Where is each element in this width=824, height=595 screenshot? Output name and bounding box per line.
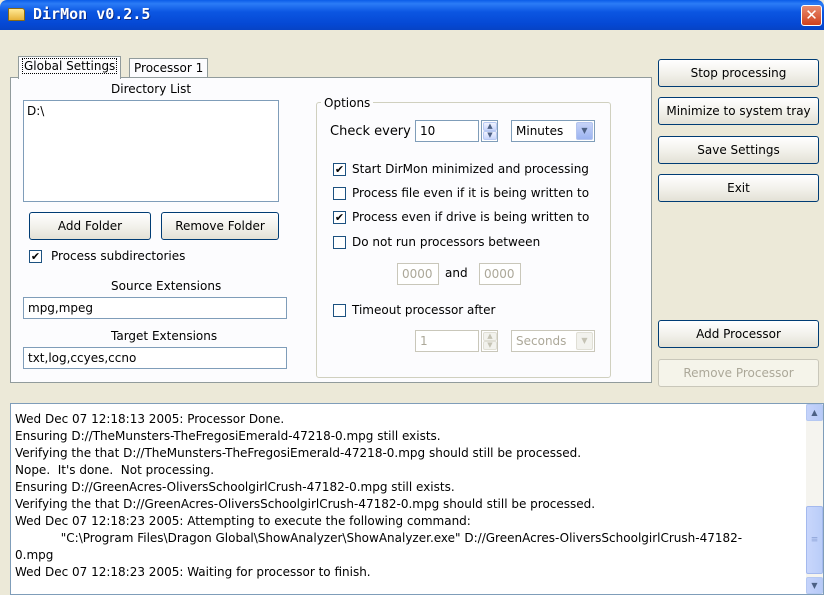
process-written-label: Process file even if it is being written…: [352, 186, 590, 200]
tab-processor-1[interactable]: Processor 1: [129, 58, 209, 79]
spin-down-icon[interactable]: ▼: [483, 131, 497, 140]
no-run-between-checkbox[interactable]: [333, 236, 346, 249]
process-drive-checkbox[interactable]: ✔: [333, 211, 346, 224]
log-line: Ensuring D://TheMunsters-TheFregosiEmera…: [15, 429, 441, 443]
check-every-label: Check every: [330, 124, 411, 139]
log-line: Nope. It's done. Not processing.: [15, 463, 215, 477]
chevron-down-icon[interactable]: ▼: [576, 122, 593, 140]
timeout-unit-select[interactable]: Seconds ▼: [511, 330, 595, 352]
process-subdirectories-checkbox[interactable]: ✔: [29, 250, 42, 263]
tab-label: Global Settings: [21, 58, 118, 74]
tab-global-settings[interactable]: Global Settings: [18, 56, 122, 79]
check-unit-select[interactable]: Minutes ▼: [511, 120, 595, 142]
time-to-field[interactable]: 0000: [479, 263, 521, 285]
process-written-checkbox[interactable]: [333, 187, 346, 200]
minimize-to-tray-button[interactable]: Minimize to system tray: [658, 97, 819, 125]
timeout-label: Timeout processor after: [352, 303, 496, 317]
scroll-thumb[interactable]: ≡: [806, 506, 823, 574]
timeout-checkbox[interactable]: [333, 304, 346, 317]
window-title: DirMon v0.2.5: [33, 5, 151, 23]
log-line: Ensuring D://GreenAcres-OliversSchoolgir…: [15, 480, 455, 494]
directory-list-label: Directory List: [111, 82, 192, 96]
source-extensions-field[interactable]: mpg,mpeg: [23, 297, 287, 319]
log-textarea[interactable]: Wed Dec 07 12:18:13 2005: Processor Done…: [10, 403, 824, 595]
tab-label: Processor 1: [134, 61, 204, 75]
log-line: Wed Dec 07 12:18:23 2005: Attempting to …: [15, 514, 471, 528]
start-minimized-checkbox[interactable]: ✔: [333, 163, 346, 176]
global-settings-panel: Directory List D:\ Add Folder Remove Fol…: [10, 77, 652, 383]
chevron-down-icon[interactable]: ▼: [576, 332, 593, 350]
directory-listbox[interactable]: D:\: [23, 100, 279, 202]
remove-folder-button[interactable]: Remove Folder: [161, 212, 279, 240]
target-extensions-field[interactable]: txt,log,ccyes,ccno: [23, 347, 287, 369]
process-subdirectories-label: Process subdirectories: [51, 249, 186, 263]
scroll-down-icon[interactable]: ▼: [806, 577, 823, 594]
scroll-up-icon[interactable]: ▲: [806, 404, 823, 421]
add-processor-button[interactable]: Add Processor: [658, 320, 819, 348]
log-line: Wed Dec 07 12:18:13 2005: Processor Done…: [15, 412, 285, 426]
log-line: Verifying the that D://TheMunsters-TheFr…: [15, 446, 582, 460]
spin-up-icon[interactable]: ▲: [483, 122, 497, 131]
timeout-unit-value: Seconds: [516, 334, 567, 348]
check-every-spinner[interactable]: ▲ ▼: [481, 120, 498, 142]
remove-processor-button[interactable]: Remove Processor: [658, 359, 819, 387]
stop-processing-button[interactable]: Stop processing: [658, 59, 819, 87]
time-from-field[interactable]: 0000: [397, 263, 439, 285]
no-run-between-label: Do not run processors between: [352, 235, 541, 249]
log-line: Wed Dec 07 12:18:23 2005: Waiting for pr…: [15, 565, 371, 579]
start-minimized-label: Start DirMon minimized and processing: [352, 162, 589, 176]
options-legend: Options: [321, 96, 374, 110]
spin-down-icon[interactable]: ▼: [483, 341, 497, 350]
log-scrollbar[interactable]: ▲ ≡ ▼: [806, 404, 823, 594]
folder-icon: [8, 8, 25, 21]
title-bar[interactable]: DirMon v0.2.5 ✕: [0, 0, 824, 30]
process-drive-label: Process even if drive is being written t…: [352, 210, 590, 224]
timeout-value-field[interactable]: 1: [415, 330, 479, 352]
directory-item[interactable]: D:\: [27, 104, 275, 118]
close-button[interactable]: ✕: [801, 5, 822, 26]
log-line: "C:\Program Files\Dragon Global\ShowAnal…: [15, 531, 743, 545]
log-line: Verifying the that D://GreenAcres-Oliver…: [15, 497, 596, 511]
spin-up-icon[interactable]: ▲: [483, 332, 497, 341]
log-line: 0.mpg: [15, 548, 54, 562]
exit-button[interactable]: Exit: [658, 174, 819, 202]
target-extensions-label: Target Extensions: [111, 329, 218, 343]
timeout-spinner[interactable]: ▲ ▼: [481, 330, 498, 352]
source-extensions-label: Source Extensions: [111, 279, 222, 293]
check-unit-value: Minutes: [516, 124, 564, 138]
add-folder-button[interactable]: Add Folder: [29, 212, 151, 240]
save-settings-button[interactable]: Save Settings: [658, 136, 819, 164]
check-every-field[interactable]: 10: [415, 120, 479, 142]
and-label: and: [445, 266, 468, 280]
log-content: Wed Dec 07 12:18:13 2005: Processor Done…: [15, 411, 801, 581]
